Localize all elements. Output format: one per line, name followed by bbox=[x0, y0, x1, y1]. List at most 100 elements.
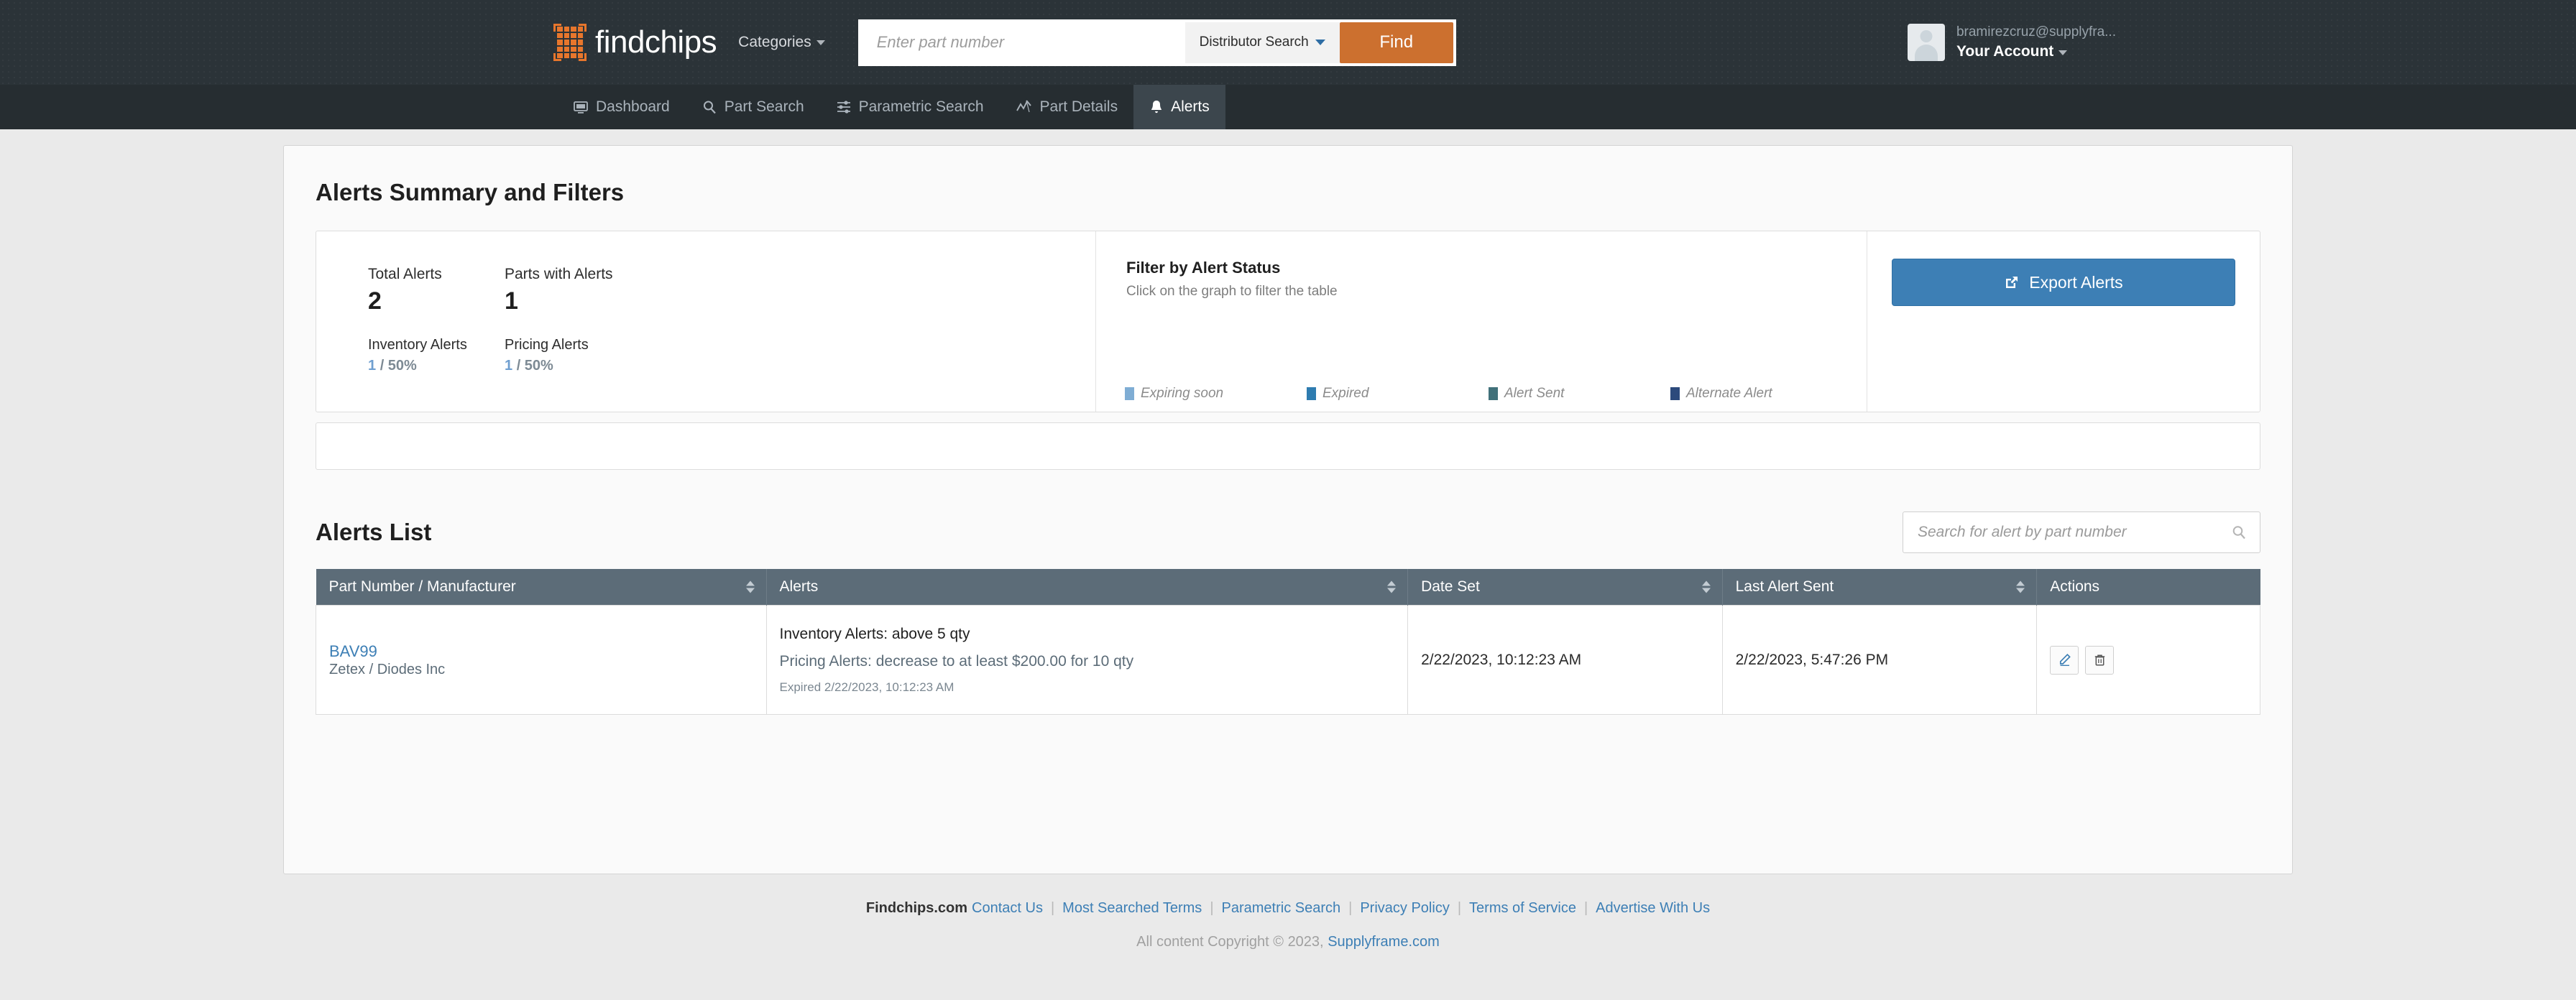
pricing-alert-text: Pricing Alerts: decrease to at least $20… bbox=[779, 652, 1134, 670]
legend-label: Expired bbox=[1322, 386, 1369, 401]
legend-item-expiring-soon[interactable]: Expiring soon bbox=[1125, 386, 1307, 402]
part-number-link[interactable]: BAV99 bbox=[329, 642, 753, 661]
find-button[interactable]: Find bbox=[1339, 22, 1453, 63]
footer-link-terms-of-service[interactable]: Terms of Service bbox=[1469, 900, 1576, 916]
pricing-alerts-pct: / 50% bbox=[516, 358, 553, 374]
chart-line-icon bbox=[1016, 99, 1033, 115]
legend-item-alert-sent[interactable]: Alert Sent bbox=[1489, 386, 1670, 402]
legend-item-alternate-alert[interactable]: Alternate Alert bbox=[1670, 386, 1852, 402]
account-menu[interactable]: bramirezcruz@supplyfra... Your Account bbox=[1907, 24, 2116, 61]
column-label: Date Set bbox=[1421, 578, 1480, 595]
cell-date-set: 2/22/2023, 10:12:23 AM bbox=[1407, 605, 1723, 715]
sort-icon bbox=[1701, 580, 1711, 593]
inventory-alerts-stat: Inventory Alerts 1 / 50% bbox=[368, 337, 505, 374]
inventory-alerts-count: 1 bbox=[368, 358, 377, 374]
legend-swatch bbox=[1125, 387, 1134, 400]
sort-icon bbox=[2016, 580, 2025, 593]
account-email: bramirezcruz@supplyfra... bbox=[1956, 24, 2116, 40]
footer-links: Findchips.com Contact Us | Most Searched Te… bbox=[0, 900, 2576, 917]
cell-actions bbox=[2036, 605, 2260, 715]
nav-item-alerts[interactable]: Alerts bbox=[1133, 85, 1225, 129]
footer-link-advertise-with-us[interactable]: Advertise With Us bbox=[1596, 900, 1710, 916]
edit-alert-button[interactable] bbox=[2050, 645, 2079, 675]
nav-item-parametric-search[interactable]: Parametric Search bbox=[820, 85, 1000, 129]
bell-icon bbox=[1149, 99, 1164, 115]
search-icon[interactable] bbox=[2231, 524, 2247, 540]
column-header-actions: Actions bbox=[2036, 569, 2260, 606]
export-area: Export Alerts bbox=[1867, 231, 2260, 412]
cell-part: BAV99 Zetex / Diodes Inc bbox=[316, 605, 767, 715]
sort-icon bbox=[1387, 580, 1397, 593]
copyright-text: All content Copyright © 2023, bbox=[1136, 934, 1324, 950]
cell-alerts: Inventory Alerts: above 5 qty Pricing Al… bbox=[765, 605, 1409, 715]
column-label: Actions bbox=[2050, 578, 2100, 595]
part-number-search-input[interactable] bbox=[860, 22, 1185, 63]
categories-menu[interactable]: Categories bbox=[738, 34, 825, 51]
nav-label: Alerts bbox=[1171, 98, 1210, 115]
legend-swatch bbox=[1489, 387, 1498, 400]
legend-item-expired[interactable]: Expired bbox=[1307, 386, 1489, 402]
column-header-date-set[interactable]: Date Set bbox=[1407, 569, 1723, 606]
search-icon bbox=[702, 99, 717, 115]
footer-link-most-searched-terms[interactable]: Most Searched Terms bbox=[1062, 900, 1202, 916]
export-alerts-button[interactable]: Export Alerts bbox=[1892, 259, 2235, 306]
inventory-alert-text: Inventory Alerts: above 5 qty bbox=[779, 625, 970, 642]
inventory-alerts-pct: / 50% bbox=[380, 358, 417, 374]
column-label: Part Number / Manufacturer bbox=[328, 578, 516, 595]
pricing-alerts-stat: Pricing Alerts 1 / 50% bbox=[505, 337, 641, 374]
total-alerts-label: Total Alerts bbox=[368, 266, 442, 282]
alerts-list-header: Alerts List bbox=[316, 511, 2260, 553]
legend-label: Alternate Alert bbox=[1686, 386, 1772, 401]
brand-logo[interactable]: findchips bbox=[553, 24, 717, 61]
legend-swatch bbox=[1307, 387, 1316, 400]
alerts-search-input[interactable] bbox=[1916, 523, 2231, 542]
alerts-table: Part Number / Manufacturer Alerts Date S… bbox=[316, 569, 2260, 715]
nav-item-part-search[interactable]: Part Search bbox=[686, 85, 820, 129]
inventory-alerts-label: Inventory Alerts bbox=[368, 337, 467, 353]
avatar bbox=[1907, 24, 1945, 61]
footer-link-contact-us[interactable]: Contact Us bbox=[972, 900, 1043, 916]
table-row: BAV99 Zetex / Diodes Inc Inventory Alert… bbox=[316, 605, 2260, 715]
delete-alert-button[interactable] bbox=[2085, 645, 2115, 675]
column-header-alerts[interactable]: Alerts bbox=[766, 569, 1409, 606]
column-header-part-number[interactable]: Part Number / Manufacturer bbox=[316, 569, 767, 606]
trash-icon bbox=[2093, 653, 2107, 667]
nav-label: Dashboard bbox=[596, 98, 670, 115]
nav-item-dashboard[interactable]: Dashboard bbox=[557, 85, 686, 129]
alert-status-legend: Expiring soon Expired Alert Sent Alterna… bbox=[1125, 386, 1852, 402]
filter-by-alert-status: Filter by Alert Status Click on the grap… bbox=[1096, 231, 1867, 412]
account-label: Your Account bbox=[1956, 42, 2054, 60]
nav-label: Parametric Search bbox=[858, 98, 984, 115]
page-title: Alerts Summary and Filters bbox=[316, 179, 625, 205]
expired-note: Expired 2/22/2023, 10:12:23 AM bbox=[779, 680, 954, 694]
search-scope-label: Distributor Search bbox=[1199, 34, 1309, 50]
column-header-last-alert-sent[interactable]: Last Alert Sent bbox=[1722, 569, 2038, 606]
monitor-icon bbox=[573, 99, 589, 115]
main-navigation: Dashboard Part Search Parametric Search … bbox=[0, 85, 2576, 129]
chevron-down-icon bbox=[2058, 50, 2068, 55]
sort-icon bbox=[745, 580, 755, 593]
table-header-row: Part Number / Manufacturer Alerts Date S… bbox=[316, 569, 2260, 606]
edit-icon bbox=[2058, 653, 2071, 667]
footer-divider: | bbox=[1210, 900, 1214, 916]
total-alerts-stat: Total Alerts 2 bbox=[368, 266, 505, 315]
alert-graph-panel[interactable] bbox=[316, 422, 2260, 470]
manufacturer-label: Zetex / Diodes Inc bbox=[329, 661, 446, 677]
search-scope-dropdown[interactable]: Distributor Search bbox=[1184, 22, 1340, 63]
findchips-logo-icon bbox=[553, 24, 586, 61]
nav-item-part-details[interactable]: Part Details bbox=[1000, 85, 1134, 129]
footer-link-privacy-policy[interactable]: Privacy Policy bbox=[1360, 900, 1449, 916]
parts-with-alerts-label: Parts with Alerts bbox=[505, 266, 613, 282]
supplyframe-link[interactable]: Supplyframe.com bbox=[1328, 934, 1440, 950]
alerts-page-panel: Alerts Summary and Filters Total Alerts … bbox=[283, 145, 2293, 874]
alerts-summary-card: Total Alerts 2 Parts with Alerts 1 Inven… bbox=[316, 231, 2260, 412]
top-header-bar: findchips Categories Distributor Search … bbox=[0, 0, 2576, 85]
brand-name: findchips bbox=[595, 24, 717, 60]
footer-divider: | bbox=[1348, 900, 1353, 916]
alerts-search-box bbox=[1903, 511, 2260, 553]
parts-with-alerts-value: 1 bbox=[505, 287, 518, 315]
footer-divider: | bbox=[1457, 900, 1462, 916]
legend-swatch bbox=[1670, 387, 1680, 400]
footer-link-parametric-search[interactable]: Parametric Search bbox=[1222, 900, 1341, 916]
total-alerts-value: 2 bbox=[368, 287, 382, 315]
